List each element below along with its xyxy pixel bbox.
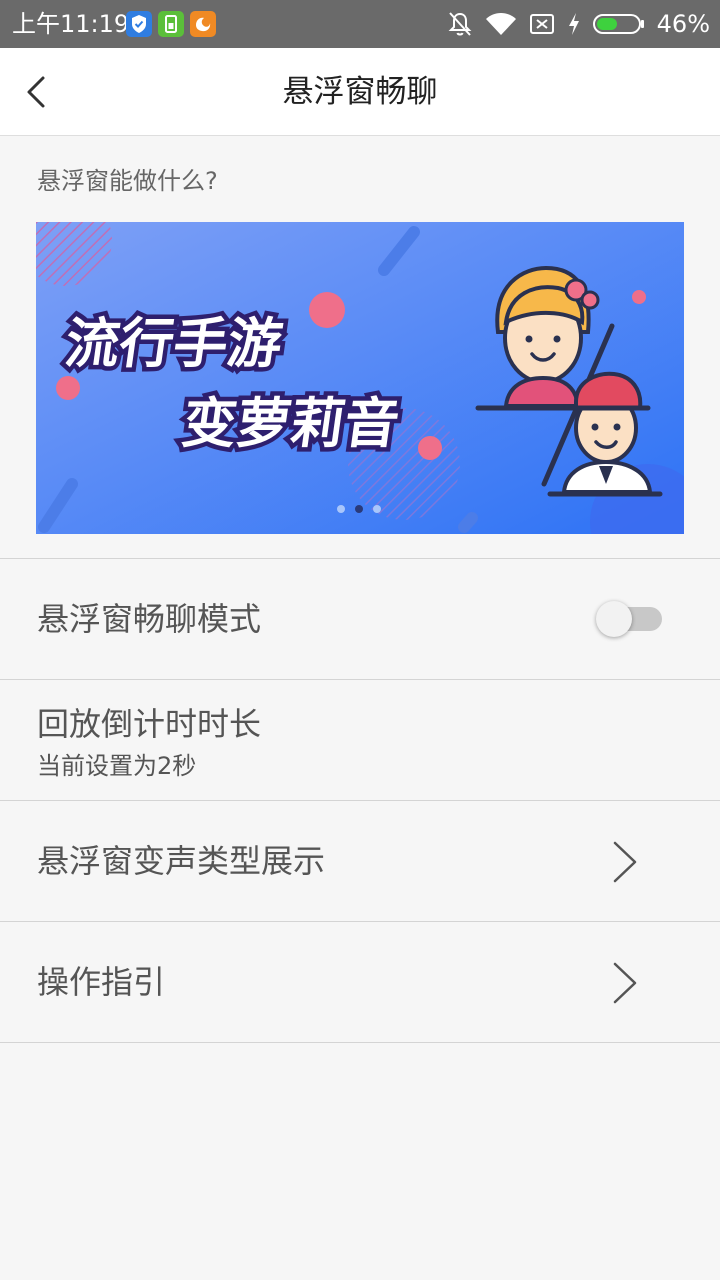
banner-page-dot[interactable] bbox=[337, 505, 345, 513]
uc-browser-icon bbox=[190, 11, 216, 37]
battery-percent: 46% bbox=[656, 10, 710, 38]
sim-app-icon bbox=[158, 11, 184, 37]
banner-line-2: 变萝莉音 bbox=[178, 392, 403, 455]
mute-bell-icon bbox=[448, 12, 472, 36]
promo-banner-art: 流行手游 变萝莉音 bbox=[36, 222, 684, 534]
playback-countdown-label: 回放倒计时时长 bbox=[37, 705, 262, 743]
status-time: 上午11:19 bbox=[12, 10, 130, 38]
voice-types-label: 悬浮窗变声类型展示 bbox=[37, 842, 326, 880]
status-bar: 上午11:19 46% bbox=[0, 0, 720, 48]
voice-types-row[interactable]: 悬浮窗变声类型展示 bbox=[0, 801, 720, 922]
intro-label: 悬浮窗能做什么? bbox=[37, 167, 218, 195]
banner-line-1: 流行手游 bbox=[62, 312, 287, 375]
banner-page-dot[interactable] bbox=[373, 505, 381, 513]
guide-label: 操作指引 bbox=[37, 963, 166, 1001]
shield-app-icon bbox=[126, 11, 152, 37]
promo-banner[interactable]: 流行手游 变萝莉音 bbox=[36, 222, 684, 534]
float-chat-mode-toggle[interactable] bbox=[596, 601, 662, 637]
banner-page-dot-active[interactable] bbox=[355, 505, 363, 513]
toggle-knob bbox=[596, 601, 632, 637]
charging-icon bbox=[568, 13, 579, 35]
nav-bar: 悬浮窗畅聊 bbox=[0, 48, 720, 136]
chevron-right-icon bbox=[613, 841, 637, 883]
playback-countdown-value: 当前设置为2秒 bbox=[37, 752, 197, 780]
page-title: 悬浮窗畅聊 bbox=[282, 74, 438, 110]
float-chat-mode-label: 悬浮窗畅聊模式 bbox=[37, 600, 262, 638]
playback-countdown-row[interactable]: 回放倒计时时长 当前设置为2秒 bbox=[0, 680, 720, 801]
chevron-right-icon bbox=[613, 962, 637, 1004]
settings-list: 悬浮窗畅聊模式 回放倒计时时长 当前设置为2秒 悬浮窗变声类型展示 操作指引 bbox=[0, 558, 720, 1043]
float-chat-mode-row: 悬浮窗畅聊模式 bbox=[0, 559, 720, 680]
battery-icon bbox=[592, 14, 644, 34]
no-sim-icon bbox=[529, 14, 554, 34]
wifi-icon bbox=[485, 13, 516, 35]
guide-row[interactable]: 操作指引 bbox=[0, 922, 720, 1043]
